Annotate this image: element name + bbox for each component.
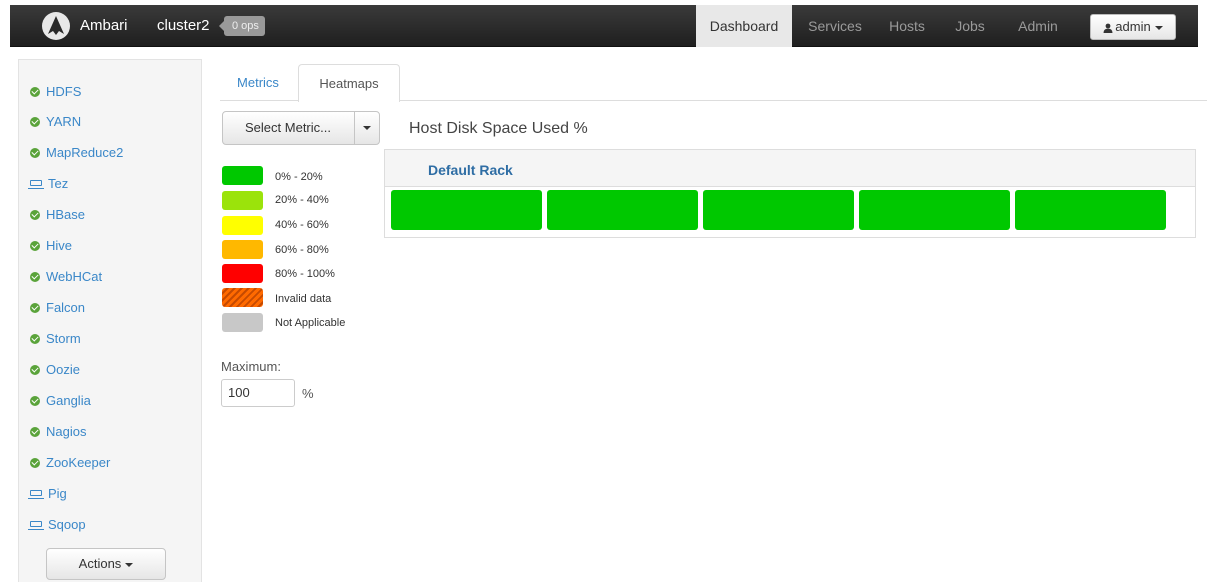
select-metric-label: Select Metric... [245, 120, 331, 135]
check-circle-icon [30, 271, 40, 282]
service-label: Storm [46, 331, 81, 346]
nav-tab-jobs[interactable]: Jobs [945, 5, 995, 47]
rack-panel: Default Rack [384, 149, 1196, 238]
maximum-unit: % [302, 386, 314, 401]
top-navbar: Ambari cluster2 0 ops Dashboard Services… [10, 5, 1198, 47]
service-label: WebHCat [46, 269, 103, 284]
sidebar-item-yarn[interactable]: YARN [30, 112, 81, 132]
nav-tab-services[interactable]: Services [794, 5, 876, 47]
host-block[interactable] [547, 190, 698, 230]
service-label: YARN [46, 114, 82, 129]
sidebar-item-falcon[interactable]: Falcon [30, 298, 85, 318]
sidebar-item-hdfs[interactable]: HDFS [30, 82, 81, 102]
check-circle-icon [30, 395, 40, 406]
service-label: ZooKeeper [46, 455, 111, 470]
service-label: Pig [48, 486, 67, 501]
service-label: HBase [46, 207, 86, 222]
nav-tab-dashboard[interactable]: Dashboard [696, 5, 792, 47]
sidebar-item-mapreduce2[interactable]: MapReduce2 [30, 143, 123, 163]
sidebar-item-hbase[interactable]: HBase [30, 205, 85, 225]
service-label: HDFS [46, 84, 82, 99]
rack-header: Default Rack [385, 150, 1195, 187]
laptop-icon [28, 489, 44, 499]
user-icon [1103, 23, 1113, 33]
user-menu-label: admin [1115, 19, 1151, 34]
host-block[interactable] [391, 190, 542, 230]
check-circle-icon [30, 457, 40, 468]
cluster-name[interactable]: cluster2 [157, 17, 210, 34]
nav-tab-admin[interactable]: Admin [1006, 5, 1070, 47]
legend-swatch-40-60 [222, 216, 263, 235]
actions-label: Actions [78, 556, 122, 571]
background-ops-badge[interactable]: 0 ops [219, 16, 265, 36]
check-circle-icon [30, 86, 40, 97]
host-block[interactable] [1015, 190, 1166, 230]
check-circle-icon [30, 240, 40, 251]
sidebar-item-tez[interactable]: Tez [28, 174, 69, 194]
laptop-icon [28, 520, 44, 530]
legend-label: 40% - 60% [275, 219, 329, 231]
service-label: Falcon [46, 300, 86, 315]
host-block[interactable] [859, 190, 1010, 230]
legend-swatch-60-80 [222, 240, 263, 259]
services-sidebar: HDFS YARN MapReduce2 Tez HBase Hive WebH… [18, 59, 202, 582]
sidebar-item-ganglia[interactable]: Ganglia [30, 391, 91, 411]
brand-name[interactable]: Ambari [80, 17, 128, 34]
sidebar-item-webhcat[interactable]: WebHCat [30, 267, 102, 287]
service-label: Ganglia [46, 393, 91, 408]
user-menu-button[interactable]: admin [1090, 14, 1176, 40]
tab-heatmaps[interactable]: Heatmaps [298, 64, 400, 102]
heatmap-title: Host Disk Space Used % [409, 120, 588, 137]
check-circle-icon [30, 116, 40, 127]
legend-label: Not Applicable [275, 317, 346, 329]
nav-tab-hosts[interactable]: Hosts [877, 5, 937, 47]
sidebar-item-hive[interactable]: Hive [30, 236, 72, 256]
legend-label: 0% - 20% [275, 171, 323, 183]
actions-button[interactable]: Actions [46, 548, 166, 580]
service-label: Hive [46, 238, 73, 253]
check-circle-icon [30, 364, 40, 375]
ambari-logo-icon[interactable] [42, 12, 70, 40]
sidebar-item-nagios[interactable]: Nagios [30, 422, 86, 442]
legend-label: 80% - 100% [275, 268, 335, 280]
legend-swatch-not-applicable [222, 313, 263, 332]
sidebar-item-storm[interactable]: Storm [30, 329, 81, 349]
check-circle-icon [30, 147, 40, 158]
legend-label: 60% - 80% [275, 244, 329, 256]
service-label: Sqoop [48, 517, 86, 532]
check-circle-icon [30, 302, 40, 313]
check-circle-icon [30, 333, 40, 344]
dropdown-divider [354, 112, 355, 144]
sidebar-item-zookeeper[interactable]: ZooKeeper [30, 453, 110, 473]
sidebar-item-oozie[interactable]: Oozie [30, 360, 80, 380]
legend-label: 20% - 40% [275, 194, 329, 206]
host-block[interactable] [703, 190, 854, 230]
chevron-down-icon [363, 126, 371, 130]
service-label: MapReduce2 [46, 145, 124, 160]
legend-swatch-0-20 [222, 166, 263, 185]
service-label: Nagios [46, 424, 87, 439]
maximum-label: Maximum: [221, 359, 281, 374]
check-circle-icon [30, 426, 40, 437]
check-circle-icon [30, 209, 40, 220]
chevron-down-icon [1154, 25, 1163, 30]
rack-title: Default Rack [428, 162, 513, 178]
legend-label: Invalid data [275, 293, 332, 305]
service-label: Oozie [46, 362, 80, 377]
legend-swatch-80-100 [222, 264, 263, 283]
chevron-down-icon [125, 562, 134, 567]
tab-metrics[interactable]: Metrics [220, 64, 296, 101]
select-metric-dropdown[interactable]: Select Metric... [222, 111, 380, 145]
legend-swatch-20-40 [222, 191, 263, 210]
service-label: Tez [48, 176, 69, 191]
sidebar-item-sqoop[interactable]: Sqoop [28, 515, 86, 535]
sidebar-item-pig[interactable]: Pig [28, 484, 67, 504]
maximum-input[interactable]: 100 [221, 379, 295, 407]
legend-swatch-invalid [222, 288, 263, 307]
laptop-icon [28, 179, 44, 189]
